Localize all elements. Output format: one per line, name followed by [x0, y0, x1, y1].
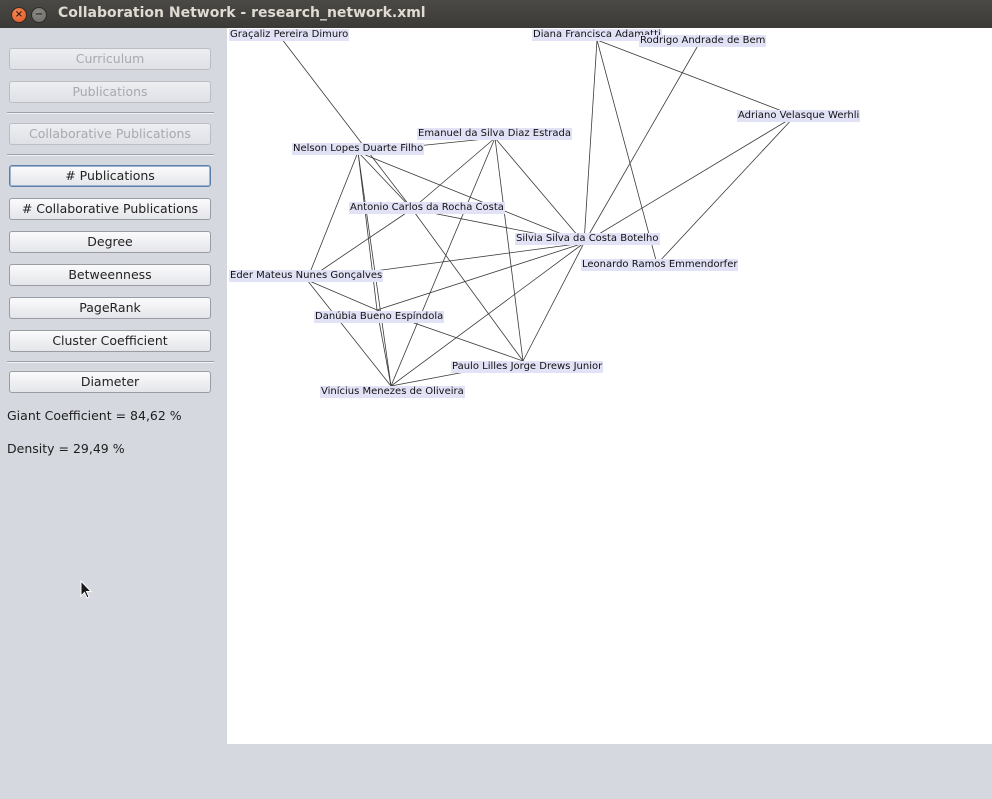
edge-nelson-eder: [306, 151, 359, 281]
separator: [7, 154, 214, 156]
node-vinicius[interactable]: Vinícius Menezes de Oliveira: [320, 386, 465, 398]
separator: [7, 112, 214, 114]
edge-emanuel-antonio: [411, 137, 496, 210]
num-publications-button[interactable]: # Publications: [9, 165, 211, 187]
num-collaborative-publications-button[interactable]: # Collaborative Publications: [9, 198, 211, 220]
edge-nelson-antonio: [357, 151, 413, 210]
node-rodrigo[interactable]: Rodrigo Andrade de Bem: [639, 35, 767, 47]
node-leonardo[interactable]: Leonardo Ramos Emmendorfer: [581, 259, 739, 271]
curriculum-button[interactable]: Curriculum: [9, 48, 211, 70]
node-paulo[interactable]: Paulo Lilles Jorge Drews Junior: [451, 361, 604, 373]
edge-diana-adriano: [596, 39, 796, 117]
edge-eder-danubia: [306, 279, 378, 311]
edge-emanuel-paulo: [494, 137, 524, 362]
degree-button[interactable]: Degree: [9, 231, 211, 253]
giant-coefficient-label: Giant Coefficient = 84,62 %: [7, 408, 182, 423]
node-adriano[interactable]: Adriano Velasque Werhli: [737, 110, 861, 122]
pagerank-button[interactable]: PageRank: [9, 297, 211, 319]
sidebar: Curriculum Publications Collaborative Pu…: [0, 28, 226, 799]
edge-graca-antonio: [277, 33, 413, 210]
node-silvia[interactable]: Silvia Silva da Costa Botelho: [515, 233, 660, 245]
edge-silvia-danubia: [376, 242, 585, 311]
edge-adriano-leonardo: [656, 115, 796, 265]
edge-nelson-danubia: [357, 151, 378, 311]
title-bar: × − Collaboration Network - research_net…: [0, 0, 992, 28]
density-label: Density = 29,49 %: [7, 441, 125, 456]
edge-nelson-silvia: [357, 151, 585, 244]
edge-diana-silvia: [583, 39, 598, 244]
network-canvas[interactable]: Graçaliz Pereira Dimuro Diana Francisca A…: [227, 28, 992, 744]
publications-button[interactable]: Publications: [9, 81, 211, 103]
window-title: Collaboration Network - research_network…: [58, 5, 426, 21]
edge-silvia-paulo: [522, 242, 585, 362]
close-window-icon[interactable]: ×: [11, 7, 27, 23]
node-eder[interactable]: Eder Mateus Nunes Gonçalves: [229, 270, 384, 282]
node-graca[interactable]: Graçaliz Pereira Dimuro: [229, 29, 350, 41]
edge-adriano-silvia: [583, 115, 796, 244]
node-nelson[interactable]: Nelson Lopes Duarte Filho: [292, 143, 425, 155]
node-antonio[interactable]: Antonio Carlos da Rocha Costa: [349, 202, 505, 214]
collaborative-publications-button[interactable]: Collaborative Publications: [9, 123, 211, 145]
edge-diana-leonardo: [596, 39, 658, 265]
edge-antonio-paulo: [411, 208, 524, 362]
separator: [7, 361, 214, 363]
mouse-pointer-icon: [80, 580, 93, 599]
diameter-button[interactable]: Diameter: [9, 371, 211, 393]
node-danubia[interactable]: Danúbia Bueno Espíndola: [314, 311, 445, 323]
cluster-coefficient-button[interactable]: Cluster Coefficient: [9, 330, 211, 352]
edge-rodrigo-silvia: [583, 41, 701, 244]
node-emanuel[interactable]: Emanuel da Silva Diaz Estrada: [417, 128, 572, 140]
minimize-window-icon[interactable]: −: [31, 7, 47, 23]
betweenness-button[interactable]: Betweenness: [9, 264, 211, 286]
edge-emanuel-silvia: [494, 137, 585, 244]
